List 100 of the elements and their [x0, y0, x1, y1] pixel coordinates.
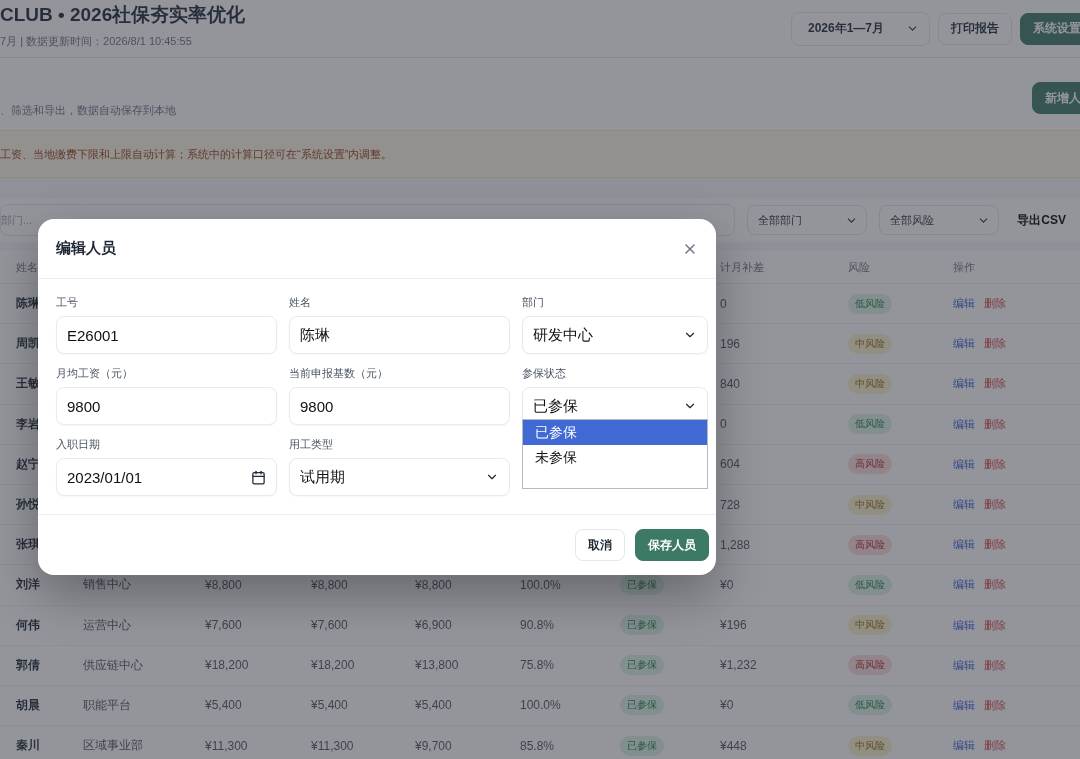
table-cell: 196 [720, 336, 741, 351]
field-label: 月均工资（元） [56, 366, 134, 381]
table-cell: 604 [720, 457, 741, 472]
table-cell: 何伟 [16, 616, 40, 634]
delete-link[interactable]: 删除 [984, 537, 1006, 553]
delete-link[interactable]: 删除 [984, 336, 1006, 352]
field-label: 当前申报基数（元） [289, 366, 389, 381]
table-cell: ¥448 [720, 738, 747, 753]
table-cell: ¥5,400 [205, 698, 242, 713]
delete-link[interactable]: 删除 [984, 577, 1006, 593]
column-header: 操作 [953, 259, 976, 275]
page-title: CLUB • 2026社保夯实率优化 [0, 3, 246, 27]
edit-link[interactable]: 编辑 [953, 416, 975, 432]
edit-link[interactable]: 编辑 [953, 577, 975, 593]
table-cell: 区域事业部 [83, 737, 143, 755]
select-field[interactable]: 研发中心 [522, 316, 708, 354]
table-cell: ¥9,700 [415, 738, 452, 753]
table-cell: 周凯 [16, 335, 40, 353]
table-cell: 75.8% [520, 658, 555, 673]
settings-button[interactable]: 系统设置 [1020, 12, 1080, 45]
table-cell: ¥5,400 [311, 698, 348, 713]
filter-select[interactable]: 全部风险 [879, 205, 1000, 235]
risk-badge: 中风险 [848, 494, 892, 515]
filter-select[interactable]: 全部部门 [747, 205, 868, 235]
text-field[interactable]: 9800 [56, 387, 277, 425]
select-field[interactable]: 试用期 [289, 458, 510, 496]
edit-link[interactable]: 编辑 [953, 738, 975, 754]
print-button[interactable]: 打印报告 [938, 12, 1012, 45]
table-cell: ¥7,600 [311, 618, 348, 633]
status-badge: 已参保 [620, 574, 664, 595]
risk-badge: 中风险 [848, 735, 892, 756]
delete-link[interactable]: 删除 [984, 416, 1006, 432]
calendar-icon [251, 469, 266, 485]
text-field[interactable]: 9800 [289, 387, 510, 425]
notice-text: 工资、当地缴费下限和上限自动计算；系统中的计算口径可在“系统设置”内调整。 [0, 130, 1080, 178]
risk-badge: 高风险 [848, 454, 892, 475]
table-cell: 胡晨 [16, 696, 40, 714]
delete-link[interactable]: 删除 [984, 497, 1006, 513]
table-cell: 90.8% [520, 618, 555, 633]
table-cell: ¥8,800 [205, 577, 242, 592]
export-button[interactable]: 导出CSV [1011, 211, 1080, 229]
risk-badge: 低风险 [848, 574, 892, 595]
status-badge: 已参保 [620, 655, 664, 676]
table-cell: ¥13,800 [415, 658, 459, 673]
delete-link[interactable]: 删除 [984, 738, 1006, 754]
edit-link[interactable]: 编辑 [953, 376, 975, 392]
edit-link[interactable]: 编辑 [953, 456, 975, 472]
edit-link[interactable]: 编辑 [953, 537, 975, 553]
text-field[interactable]: E26001 [56, 316, 277, 354]
edit-link[interactable]: 编辑 [953, 336, 975, 352]
delete-link[interactable]: 删除 [984, 657, 1006, 673]
delete-link[interactable]: 删除 [984, 697, 1006, 713]
date-field[interactable]: 2023/01/01 [56, 458, 277, 496]
delete-link[interactable]: 删除 [984, 376, 1006, 392]
edit-link[interactable]: 编辑 [953, 697, 975, 713]
risk-badge: 中风险 [848, 333, 892, 354]
delete-link[interactable]: 删除 [984, 296, 1006, 312]
field-label: 用工类型 [289, 437, 334, 452]
risk-badge: 高风险 [848, 655, 892, 676]
risk-badge: 高风险 [848, 534, 892, 555]
table-cell: 供应链中心 [83, 656, 143, 674]
table-cell: 100.0% [520, 698, 561, 713]
dialog-title: 编辑人员 [56, 239, 116, 258]
table-cell: ¥0 [720, 698, 734, 713]
cancel-button[interactable]: 取消 [575, 529, 625, 561]
dropdown-option[interactable]: 已参保 [523, 420, 707, 445]
delete-link[interactable]: 删除 [984, 456, 1006, 472]
table-cell: ¥5,400 [415, 698, 452, 713]
save-button[interactable]: 保存人员 [635, 529, 709, 561]
risk-badge: 低风险 [848, 414, 892, 435]
table-cell: 0 [720, 417, 727, 432]
table-cell: ¥18,200 [311, 658, 355, 673]
column-header: 风险 [848, 259, 871, 275]
field-label: 参保状态 [522, 366, 567, 381]
table-cell: 0 [720, 296, 727, 311]
table-cell: 秦川 [16, 737, 40, 755]
edit-link[interactable]: 编辑 [953, 296, 975, 312]
table-cell: 1,288 [720, 537, 751, 552]
edit-link[interactable]: 编辑 [953, 617, 975, 633]
risk-badge: 低风险 [848, 695, 892, 716]
column-header: 计月补差 [720, 259, 765, 275]
edit-link[interactable]: 编辑 [953, 657, 975, 673]
table-cell: 85.8% [520, 738, 555, 753]
delete-link[interactable]: 删除 [984, 617, 1006, 633]
table-cell: ¥6,900 [415, 618, 452, 633]
status-badge: 已参保 [620, 695, 664, 716]
table-cell: 728 [720, 497, 741, 512]
risk-badge: 低风险 [848, 293, 892, 314]
risk-badge: 中风险 [848, 615, 892, 636]
text-field[interactable]: 陈琳 [289, 316, 510, 354]
table-cell: 840 [720, 376, 741, 391]
table-cell: 孙悦 [16, 496, 40, 514]
table-cell: 刘洋 [16, 576, 40, 594]
table-cell: ¥11,300 [311, 738, 354, 753]
field-label: 工号 [56, 295, 79, 310]
table-cell: ¥0 [720, 577, 734, 592]
column-header: 姓名 [16, 259, 39, 275]
table-cell: 职能平台 [83, 696, 131, 714]
edit-link[interactable]: 编辑 [953, 497, 975, 513]
period-select[interactable]: 2026年1—7月 [790, 11, 930, 46]
